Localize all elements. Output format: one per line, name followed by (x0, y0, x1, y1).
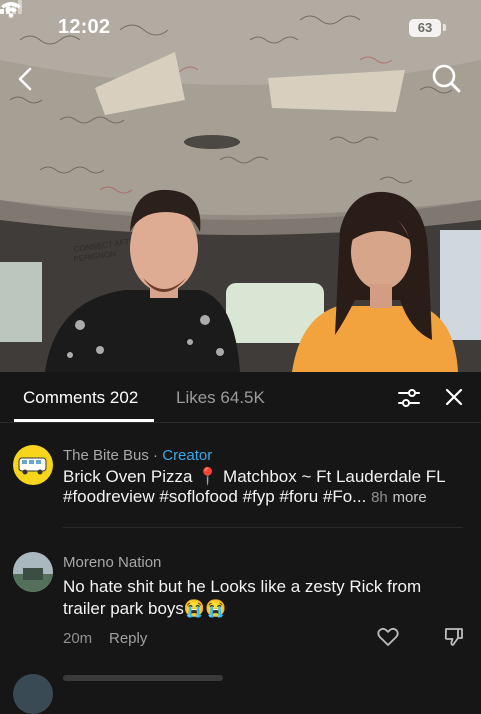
like-button[interactable] (377, 626, 399, 648)
status-bar: 12:02 63 (0, 0, 481, 56)
comments-panel: Comments 202 Likes 64.5K The Bite Bus · … (0, 372, 481, 714)
comment-text-line-1: Brick Oven Pizza 📍 Matchbox ~ Ft Lauderd… (63, 467, 446, 486)
comment-username-placeholder (63, 675, 223, 681)
chevron-left-icon (18, 67, 32, 91)
creator-badge: Creator (162, 447, 213, 464)
avatar[interactable] (13, 445, 53, 485)
wifi-icon (1, 2, 21, 18)
dislike-button[interactable] (444, 626, 464, 648)
battery-level: 63 (409, 19, 441, 37)
battery-tip (443, 24, 446, 31)
search-icon (432, 64, 461, 93)
reply-button[interactable]: Reply (109, 630, 147, 647)
filter-button[interactable] (397, 387, 421, 409)
avatar[interactable] (13, 552, 53, 592)
more-link[interactable]: more (393, 489, 427, 506)
back-button[interactable] (12, 64, 40, 94)
search-button[interactable] (430, 62, 462, 94)
comment-time: 8h (371, 489, 388, 506)
status-time: 12:02 (58, 16, 111, 38)
thumbs-down-icon (444, 628, 463, 646)
comment-text-line-2: trailer park boys😭😭 (63, 599, 227, 618)
comment-text-line-1: No hate shit but he Looks like a zesty R… (63, 577, 422, 596)
comment-hashtags[interactable]: #foodreview #soflofood #fyp #foru #Fo... (63, 487, 366, 506)
comment-text-line-2: #foodreview #soflofood #fyp #foru #Fo...… (63, 486, 427, 509)
comment-username[interactable]: The Bite Bus · Creator (63, 447, 212, 464)
comments-tabs: Comments 202 Likes 64.5K (0, 372, 481, 423)
close-button[interactable] (444, 387, 464, 407)
comment-username[interactable]: Moreno Nation (63, 554, 161, 571)
heart-icon (377, 627, 399, 646)
avatar-photo (13, 552, 53, 592)
bus-logo-icon (18, 457, 47, 475)
video-frame[interactable]: CONNECT AFTER PERIGNON 12:02 63 (0, 0, 481, 372)
username-separator: · (148, 447, 163, 464)
comment-time: 20m (63, 630, 93, 647)
username-text[interactable]: The Bite Bus (63, 447, 149, 464)
avatar[interactable] (13, 674, 53, 714)
comment-divider (63, 527, 463, 528)
tab-comments[interactable]: Comments 202 (23, 388, 138, 408)
active-tab-indicator (14, 419, 154, 422)
close-icon (445, 388, 463, 406)
sliders-icon (398, 389, 420, 407)
tab-likes[interactable]: Likes 64.5K (176, 388, 265, 408)
